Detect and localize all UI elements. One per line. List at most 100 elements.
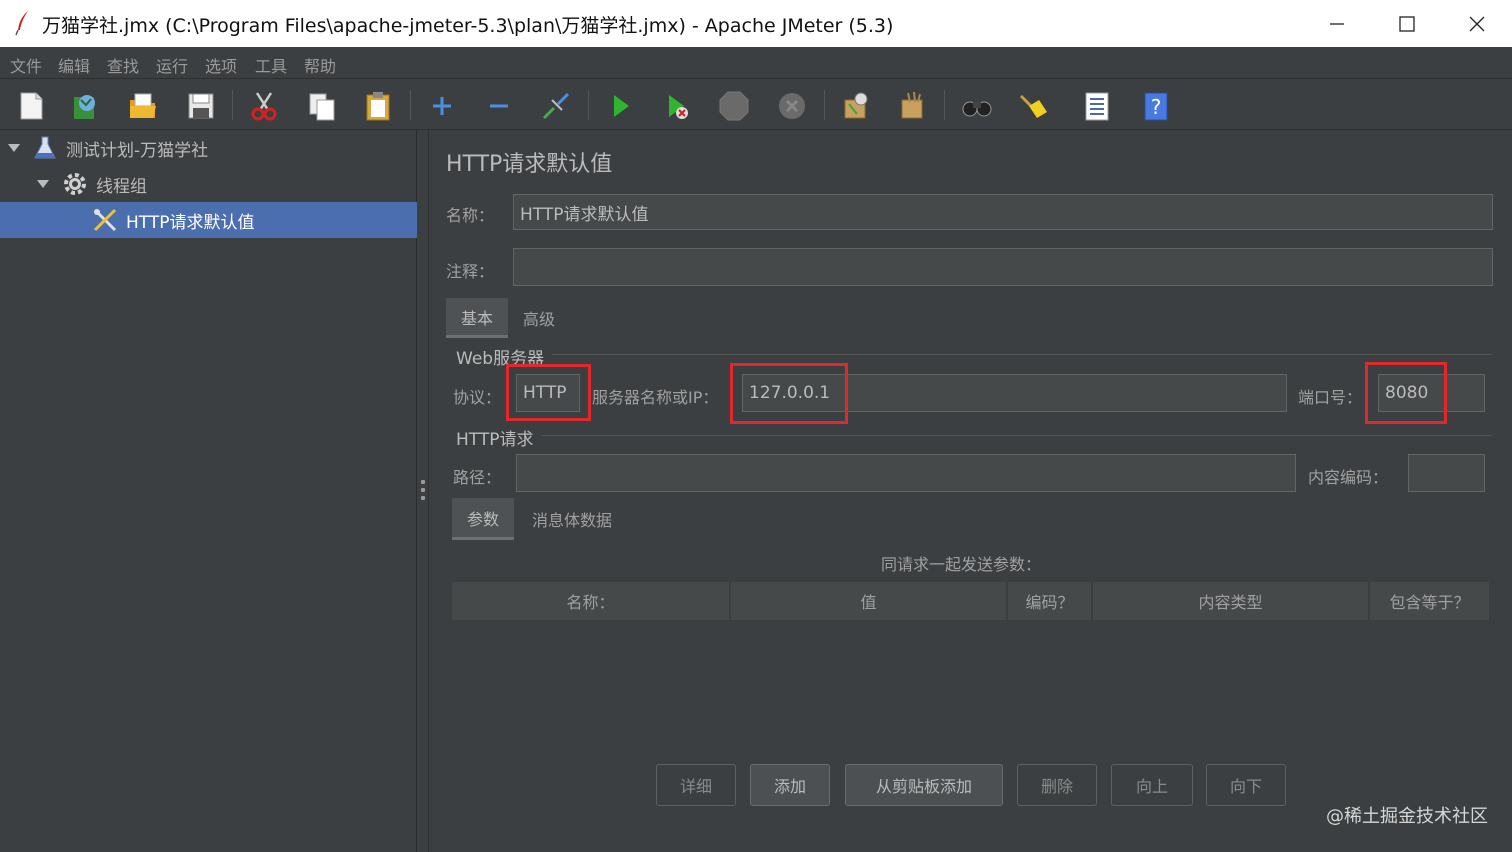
tab-parameters[interactable]: 参数 [452, 498, 514, 540]
collapse-icon [490, 104, 508, 108]
templates-icon [74, 95, 95, 119]
menu-run[interactable]: 运行 [156, 53, 188, 77]
path-input[interactable] [516, 454, 1296, 492]
menu-search[interactable]: 查找 [107, 53, 139, 77]
copy-icon [309, 93, 335, 121]
start-icon [614, 95, 629, 117]
path-label: 路径： [453, 468, 502, 487]
name-label: 名称： [446, 206, 495, 225]
move-down-button[interactable]: 向下 [1206, 764, 1286, 806]
minimize-icon [1330, 22, 1344, 25]
menu-tools[interactable]: 工具 [255, 53, 287, 77]
split-pane-divider[interactable] [417, 130, 429, 852]
stop-button[interactable] [717, 89, 751, 123]
column-header-include-equals[interactable]: 包含等于？ [1370, 582, 1490, 620]
window-title: 万猫学社.jmx (C:\Program Files\apache-jmeter… [42, 15, 894, 37]
remote-stop-icon [901, 91, 923, 119]
tab-body-data[interactable]: 消息体数据 [522, 498, 622, 540]
remote-start-icon [844, 92, 868, 119]
new-button[interactable] [14, 89, 48, 123]
expand-arrow-icon[interactable] [37, 180, 49, 188]
tab-advanced[interactable]: 高级 [514, 298, 564, 338]
stop-icon [719, 91, 749, 121]
open-icon [130, 93, 156, 118]
parameters-caption: 同请求一起发送参数： [881, 555, 1042, 574]
clear-all-button[interactable] [1016, 89, 1050, 123]
remote-start-button[interactable] [838, 89, 872, 123]
expand-arrow-icon[interactable] [8, 144, 20, 152]
maximize-icon [1399, 15, 1415, 32]
maximize-button[interactable] [1372, 0, 1442, 47]
function-helper-icon [1085, 92, 1109, 121]
tab-basic[interactable]: 基本 [446, 298, 508, 338]
clear-all-icon [1019, 94, 1047, 118]
panel-title: HTTP请求默认值 [446, 152, 613, 177]
tree-node-label: 线程组 [96, 176, 147, 197]
paste-icon [366, 92, 390, 121]
move-up-button[interactable]: 向上 [1111, 764, 1193, 806]
help-icon: ? [1144, 92, 1168, 121]
watermark-text: @稀土掘金技术社区 [1326, 806, 1488, 827]
title-bar: 万猫学社.jmx (C:\Program Files\apache-jmeter… [0, 0, 1512, 47]
port-label: 端口号： [1298, 388, 1363, 407]
column-header-content-type[interactable]: 内容类型 [1093, 582, 1369, 620]
name-input[interactable]: HTTP请求默认值 [513, 194, 1493, 230]
gear-icon [64, 173, 86, 195]
cut-button[interactable] [247, 89, 281, 123]
add-button[interactable]: 添加 [750, 764, 830, 806]
templates-button[interactable] [68, 89, 102, 123]
server-highlight [730, 363, 848, 424]
menu-bar: 文件 编辑 查找 运行 选项 工具 帮助 [0, 47, 1512, 79]
open-button[interactable] [126, 89, 160, 123]
menu-help[interactable]: 帮助 [304, 53, 336, 77]
comment-input[interactable] [513, 248, 1493, 286]
column-header-encode[interactable]: 编码？ [1008, 582, 1092, 620]
tree-node-test-plan[interactable]: 测试计划-万猫学社 [0, 130, 417, 166]
tree-node-thread-group[interactable]: 线程组 [0, 166, 417, 202]
http-request-section-title: HTTP请求 [456, 430, 534, 450]
copy-button[interactable] [305, 89, 339, 123]
column-header-value[interactable]: 值 [731, 582, 1007, 620]
search-button[interactable] [960, 89, 994, 123]
http-defaults-panel: HTTP请求默认值 名称： HTTP请求默认值 注释： 基本 高级 Web服务器… [430, 130, 1512, 852]
menu-edit[interactable]: 编辑 [58, 53, 90, 77]
shutdown-button[interactable] [775, 89, 809, 123]
add-from-clipboard-button[interactable]: 从剪贴板添加 [845, 764, 1003, 806]
expand-all-button[interactable] [425, 89, 459, 123]
delete-button[interactable]: 删除 [1017, 764, 1097, 806]
comment-label: 注释： [446, 262, 495, 281]
toggle-button[interactable] [539, 89, 573, 123]
new-icon [20, 92, 43, 120]
help-button[interactable]: ? [1139, 89, 1173, 123]
save-icon [188, 93, 214, 119]
close-button[interactable] [1442, 0, 1512, 47]
server-label: 服务器名称或IP： [592, 388, 719, 407]
menu-options[interactable]: 选项 [205, 53, 237, 77]
tree-node-label: HTTP请求默认值 [126, 212, 255, 233]
tree-node-http-defaults[interactable]: HTTP请求默认值 [0, 202, 417, 238]
close-icon [1469, 16, 1485, 31]
remote-stop-button[interactable] [895, 89, 929, 123]
start-no-pauses-button[interactable] [660, 89, 694, 123]
start-button[interactable] [603, 89, 637, 123]
jmeter-feather-icon [15, 11, 28, 36]
shutdown-icon [779, 93, 805, 119]
column-header-name[interactable]: 名称： [452, 582, 730, 620]
minimize-button[interactable] [1302, 0, 1372, 47]
paste-button[interactable] [361, 89, 395, 123]
menu-file[interactable]: 文件 [10, 53, 42, 77]
function-helper-button[interactable] [1080, 89, 1114, 123]
save-button[interactable] [184, 89, 218, 123]
toolbar: ? [0, 80, 1512, 130]
tree-node-label: 测试计划-万猫学社 [66, 140, 209, 161]
detail-button[interactable]: 详细 [656, 764, 736, 806]
cut-icon [251, 92, 277, 121]
content-encoding-label: 内容编码： [1308, 468, 1389, 487]
port-highlight [1365, 362, 1447, 424]
protocol-highlight [506, 364, 591, 421]
content-encoding-input[interactable] [1408, 454, 1485, 492]
collapse-all-button[interactable] [482, 89, 516, 123]
protocol-label: 协议： [453, 388, 502, 407]
flask-icon [34, 136, 56, 159]
start-no-pauses-icon [669, 95, 688, 119]
